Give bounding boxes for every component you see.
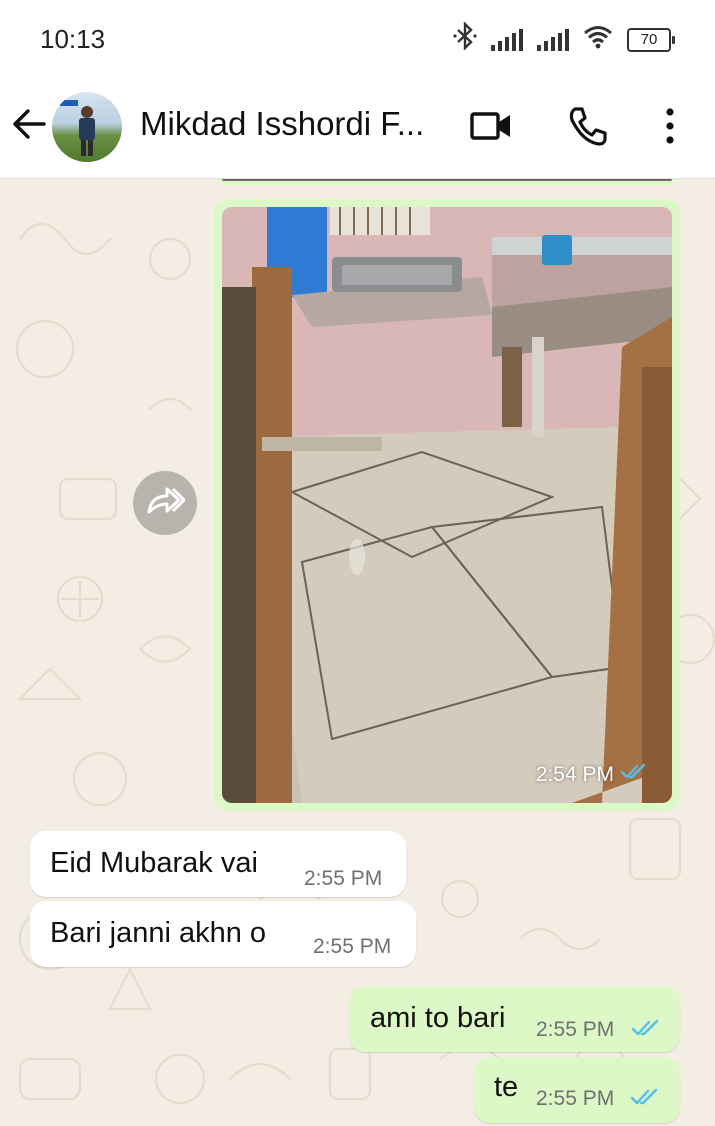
battery-icon: 70 xyxy=(627,27,675,52)
message-text: Bari janni akhn o xyxy=(50,917,267,949)
chat-header: Mikdad Isshordi F... xyxy=(0,78,715,179)
status-bar: 10:13 70 xyxy=(0,0,715,78)
signal-icon xyxy=(537,28,569,51)
double-check-icon xyxy=(630,1088,664,1108)
video-call-icon[interactable] xyxy=(468,104,512,148)
message-time: 2:55 PM xyxy=(536,1087,615,1110)
incoming-message[interactable]: Eid Mubarak vai 2:55 PM xyxy=(30,831,406,897)
double-check-icon xyxy=(620,763,650,787)
double-check-icon xyxy=(631,1019,665,1039)
previous-message-edge xyxy=(214,179,680,185)
more-options-icon[interactable] xyxy=(650,104,690,148)
contact-name[interactable]: Mikdad Isshordi F... xyxy=(140,105,424,143)
image-message-bubble[interactable]: 2:54 PM xyxy=(214,199,680,811)
status-time: 10:13 xyxy=(40,24,106,54)
message-time: 2:55 PM xyxy=(304,867,383,890)
back-arrow-icon[interactable] xyxy=(10,104,50,144)
status-icons: 70 xyxy=(453,21,675,57)
signal-icon xyxy=(491,28,523,51)
message-text: Eid Mubarak vai xyxy=(50,847,258,879)
bluetooth-icon xyxy=(453,21,477,57)
chat-area[interactable]: 2:54 PM Eid Mubarak vai 2:55 PM Bari jan… xyxy=(0,179,715,1126)
message-time: 2:55 PM xyxy=(536,1018,615,1041)
voice-call-icon[interactable] xyxy=(566,104,610,148)
message-text: te xyxy=(494,1071,519,1103)
outgoing-message[interactable]: te 2:55 PM xyxy=(474,1057,680,1123)
avatar[interactable] xyxy=(52,92,122,162)
message-text: ami to bari xyxy=(370,1002,506,1034)
incoming-message[interactable]: Bari janni akhn o 2:55 PM xyxy=(30,901,416,967)
outgoing-message[interactable]: ami to bari 2:55 PM xyxy=(349,986,680,1052)
wifi-icon xyxy=(583,25,613,54)
forward-button[interactable] xyxy=(133,471,197,535)
forward-icon xyxy=(145,486,186,521)
image-timestamp: 2:54 PM xyxy=(536,763,650,787)
kitchen-photo[interactable]: 2:54 PM xyxy=(222,207,672,803)
message-time: 2:55 PM xyxy=(313,935,392,958)
